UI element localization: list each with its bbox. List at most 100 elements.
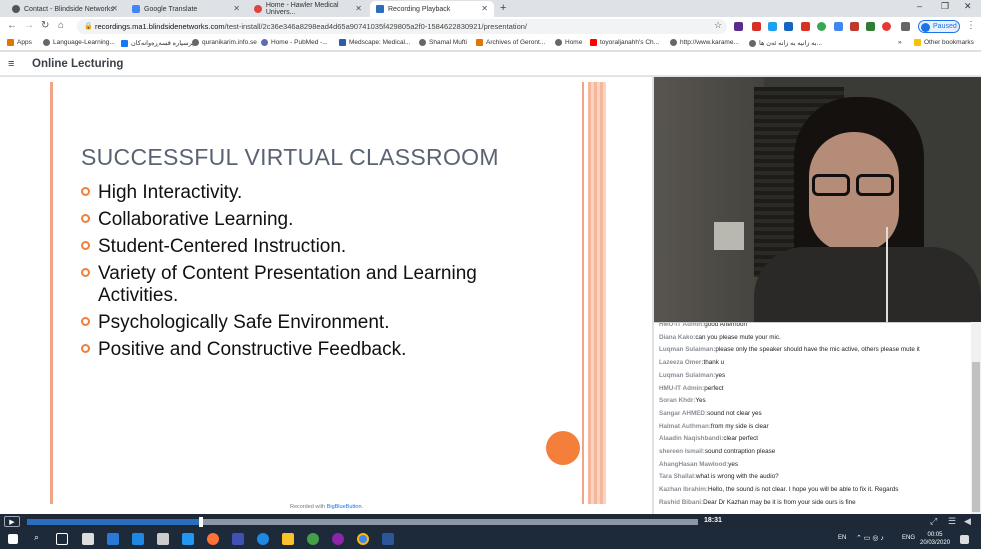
bullet-ring-icon bbox=[81, 317, 90, 326]
extension-icon[interactable] bbox=[866, 22, 875, 31]
back-icon[interactable]: ← bbox=[7, 20, 17, 31]
tab-hawler[interactable]: Home - Hawler Medical Univers... ✕ bbox=[248, 1, 368, 17]
tab-contact[interactable]: Contact - Blindside Networks ✕ bbox=[6, 1, 124, 17]
chat-text: clear perfect bbox=[723, 435, 759, 443]
url-bar[interactable]: 🔒 recordings.ma1.blindsidenetworks.com/t… bbox=[77, 19, 727, 34]
word-icon[interactable] bbox=[382, 533, 394, 545]
firefox-icon[interactable] bbox=[207, 533, 219, 545]
notification-icon[interactable] bbox=[960, 535, 969, 544]
play-button[interactable]: ▶ bbox=[4, 516, 20, 527]
app-icon[interactable] bbox=[232, 533, 244, 545]
extension-icon[interactable] bbox=[752, 22, 761, 31]
volume-icon[interactable]: ◀ bbox=[964, 516, 971, 527]
extension-icon[interactable] bbox=[734, 22, 743, 31]
extension-icon[interactable] bbox=[817, 22, 826, 31]
forward-icon[interactable]: → bbox=[24, 20, 34, 31]
bookmark-item[interactable]: Home - PubMed -... bbox=[261, 39, 328, 46]
mail-icon[interactable] bbox=[107, 533, 119, 545]
tab-recording-playback[interactable]: Recording Playback ✕ bbox=[370, 1, 494, 17]
bookmark-other[interactable]: Other bookmarks bbox=[914, 39, 974, 46]
chat-text: Yes bbox=[695, 397, 706, 405]
play-icon: ▶ bbox=[9, 518, 15, 526]
chat-message: Diana Kako:can you please mute your mic. bbox=[659, 332, 969, 345]
extension-icon[interactable] bbox=[901, 22, 910, 31]
new-tab-button[interactable]: + bbox=[500, 2, 506, 14]
chat-text: perfect bbox=[704, 384, 724, 392]
close-icon[interactable]: ✕ bbox=[355, 4, 362, 13]
app-icon[interactable] bbox=[307, 533, 319, 545]
search-icon[interactable]: ⌕ bbox=[34, 532, 39, 543]
bookmark-item[interactable]: پرسیارە قسەڕەوانەکان bbox=[121, 39, 194, 47]
close-window-icon[interactable]: ✕ bbox=[964, 1, 972, 12]
bookmark-apps[interactable]: Apps bbox=[7, 39, 32, 46]
bookmark-item[interactable]: Home bbox=[555, 39, 582, 46]
maximize-icon[interactable]: ❐ bbox=[941, 1, 949, 12]
apps-grid-icon bbox=[7, 39, 14, 46]
keyboard-layout[interactable]: ENG bbox=[902, 535, 915, 541]
bookmark-item[interactable]: Medscape: Medical... bbox=[339, 39, 410, 46]
app-icon[interactable] bbox=[257, 533, 269, 545]
bookmark-item[interactable]: Archives of Geront... bbox=[476, 39, 545, 46]
extension-icon[interactable] bbox=[801, 22, 810, 31]
chat-scrollbar[interactable] bbox=[971, 322, 981, 514]
globe-icon bbox=[43, 39, 50, 46]
bullet-ring-icon bbox=[81, 187, 90, 196]
tray-icons[interactable]: ⌃ ▭ ◎ ♪ bbox=[856, 534, 884, 542]
chat-message: Halmat Authman:from my side is clear bbox=[659, 421, 969, 434]
globe-icon bbox=[192, 39, 199, 46]
chat-text: yes bbox=[728, 460, 739, 468]
windows-start-icon[interactable] bbox=[8, 534, 18, 544]
bookmark-label: Home - PubMed -... bbox=[271, 39, 328, 46]
more-bookmarks-icon[interactable]: » bbox=[898, 39, 902, 46]
bookmark-item[interactable]: Language-Learning... bbox=[43, 39, 115, 46]
bookmark-item[interactable]: بە زانیە بە زانە ئەن ها... bbox=[749, 39, 822, 47]
bullet-text: High Interactivity. bbox=[98, 182, 243, 203]
file-explorer-icon[interactable] bbox=[282, 533, 294, 545]
tab-label: Contact - Blindside Networks bbox=[24, 5, 114, 13]
close-icon[interactable]: ✕ bbox=[481, 4, 488, 13]
chat-toggle-icon[interactable]: ☰ bbox=[948, 516, 956, 527]
calculator-icon[interactable] bbox=[157, 533, 169, 545]
store-icon[interactable] bbox=[132, 533, 144, 545]
slide: SUCCESSFUL VIRTUAL CLASSROOM High Intera… bbox=[48, 82, 608, 504]
bookmark-item[interactable]: http://www.karame... bbox=[670, 39, 739, 46]
presentation-area: SUCCESSFUL VIRTUAL CLASSROOM High Intera… bbox=[0, 77, 652, 514]
bigbluebutton-link[interactable]: BigBlueButton. bbox=[327, 504, 363, 510]
chrome-icon[interactable] bbox=[357, 533, 369, 545]
journal-icon bbox=[476, 39, 483, 46]
twitter-icon[interactable] bbox=[768, 22, 777, 31]
camera-icon[interactable] bbox=[82, 533, 94, 545]
extension-icon[interactable] bbox=[882, 22, 891, 31]
chat-scroll-thumb[interactable] bbox=[972, 362, 980, 512]
close-icon[interactable]: ✕ bbox=[111, 4, 118, 13]
progress-handle[interactable] bbox=[199, 517, 204, 527]
chat-text: what is wrong with the audio? bbox=[695, 473, 779, 481]
app-icon[interactable] bbox=[182, 533, 194, 545]
extension-icon[interactable] bbox=[850, 22, 859, 31]
fullscreen-icon[interactable]: ⤢ bbox=[930, 516, 937, 527]
language-indicator[interactable]: EN bbox=[838, 535, 846, 541]
app-icon[interactable] bbox=[332, 533, 344, 545]
bookmark-item[interactable]: quranikarim.info.se bbox=[192, 39, 257, 46]
close-icon[interactable]: ✕ bbox=[233, 4, 240, 13]
extension-icon[interactable] bbox=[834, 22, 843, 31]
extension-icon[interactable] bbox=[784, 22, 793, 31]
chat-author: HMU-IT Admin: bbox=[659, 384, 705, 392]
chat-author: AhangHasan Mawlood: bbox=[659, 460, 729, 468]
chat-text: sound not clear yes bbox=[707, 409, 762, 417]
more-menu-icon[interactable]: ⋮ bbox=[966, 20, 976, 31]
reload-icon[interactable]: ↻ bbox=[41, 20, 49, 31]
profile-paused-button[interactable]: Paused bbox=[918, 20, 960, 33]
bookmark-item[interactable]: toyoraljanahh's Ch... bbox=[590, 39, 659, 46]
task-view-icon[interactable] bbox=[56, 533, 68, 545]
minimize-icon[interactable]: – bbox=[917, 1, 922, 11]
progress-bar[interactable] bbox=[27, 517, 698, 527]
slide-right-stripes bbox=[588, 82, 606, 504]
bookmark-label: پرسیارە قسەڕەوانەکان bbox=[131, 40, 194, 47]
system-clock[interactable]: 00:05 20/03/2020 bbox=[920, 531, 950, 547]
menu-icon[interactable]: ≡ bbox=[8, 58, 14, 70]
star-icon[interactable]: ☆ bbox=[714, 20, 722, 31]
tab-google-translate[interactable]: Google Translate ✕ bbox=[126, 1, 246, 17]
bookmark-item[interactable]: Shamal Mufti bbox=[419, 39, 467, 46]
home-icon[interactable]: ⌂ bbox=[58, 20, 64, 31]
